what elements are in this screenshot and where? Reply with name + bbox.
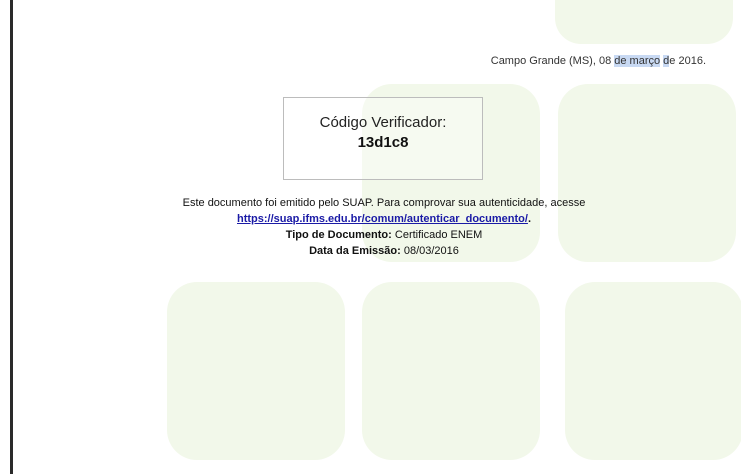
verifier-code-box: Código Verificador: 13d1c8 bbox=[283, 97, 483, 180]
verifier-code-label: Código Verificador: bbox=[319, 114, 447, 131]
emission-date-label: Data da Emissão: bbox=[309, 245, 401, 257]
authenticity-info: Este documento foi emitido pelo SUAP. Pa… bbox=[0, 195, 741, 259]
authentication-link[interactable]: https://suap.ifms.edu.br/comum/autentica… bbox=[237, 213, 528, 225]
link-suffix: . bbox=[527, 213, 531, 225]
document-type-label: Tipo de Documento: bbox=[285, 229, 392, 241]
emission-date-value: 08/03/2016 bbox=[400, 245, 459, 257]
verifier-code: 13d1c8 bbox=[357, 134, 409, 151]
emission-date-line: Data da Emissão: 08/03/2016 bbox=[0, 243, 741, 259]
location-date-text: e 2016. bbox=[669, 55, 706, 67]
document-type-value: Certificado ENEM bbox=[391, 229, 483, 241]
document-type-line: Tipo de Documento: Certificado ENEM bbox=[0, 227, 741, 243]
selected-text[interactable]: de março bbox=[614, 55, 661, 67]
location-date-text: Campo Grande (MS), 08 bbox=[490, 55, 615, 67]
location-date: Campo Grande (MS), 08 de março de 2016. bbox=[491, 55, 706, 67]
authentication-link-line: https://suap.ifms.edu.br/comum/autentica… bbox=[0, 211, 741, 227]
document-page: Campo Grande (MS), 08 de março de 2016. … bbox=[0, 0, 741, 474]
emitted-text: Este documento foi emitido pelo SUAP. Pa… bbox=[182, 197, 586, 209]
